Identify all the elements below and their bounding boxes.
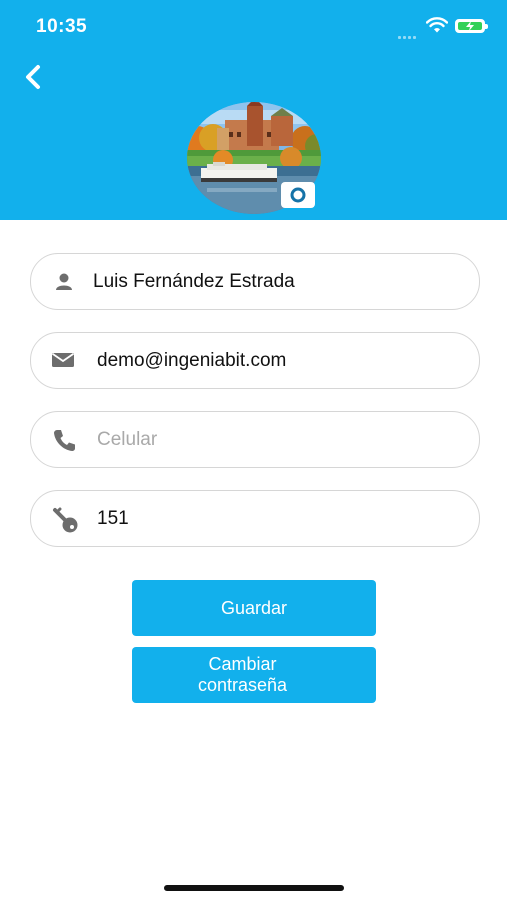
phone-field[interactable] bbox=[30, 411, 480, 468]
back-button[interactable] bbox=[16, 60, 50, 94]
envelope-icon bbox=[51, 353, 75, 367]
person-icon bbox=[56, 273, 72, 290]
key-field[interactable] bbox=[30, 490, 480, 547]
name-input[interactable] bbox=[93, 266, 453, 298]
save-button-label: Guardar bbox=[220, 597, 288, 618]
chevron-left-icon bbox=[26, 65, 40, 89]
email-field[interactable] bbox=[30, 332, 480, 389]
phone-input[interactable] bbox=[97, 424, 457, 456]
signal-dots-icon bbox=[398, 26, 420, 39]
phone-icon bbox=[54, 430, 75, 451]
key-input[interactable] bbox=[97, 503, 457, 535]
change-password-label: Cambiar contraseña bbox=[198, 654, 287, 696]
save-button[interactable]: Guardar bbox=[132, 580, 376, 636]
status-bar: 10:35 bbox=[0, 0, 507, 52]
key-icon bbox=[53, 507, 78, 533]
battery-charging-icon bbox=[455, 19, 488, 33]
change-password-label-line1: Cambiar bbox=[208, 654, 277, 674]
home-indicator[interactable] bbox=[164, 885, 344, 891]
change-password-button[interactable]: Cambiar contraseña bbox=[132, 647, 376, 703]
change-photo-button[interactable] bbox=[281, 182, 315, 208]
camera-icon bbox=[290, 187, 306, 203]
email-input[interactable] bbox=[97, 345, 457, 377]
wifi-icon bbox=[426, 17, 448, 33]
profile-header: 10:35 bbox=[0, 0, 507, 220]
name-field[interactable] bbox=[30, 253, 480, 310]
change-password-label-line2: contraseña bbox=[198, 675, 288, 695]
status-time: 10:35 bbox=[36, 16, 88, 37]
